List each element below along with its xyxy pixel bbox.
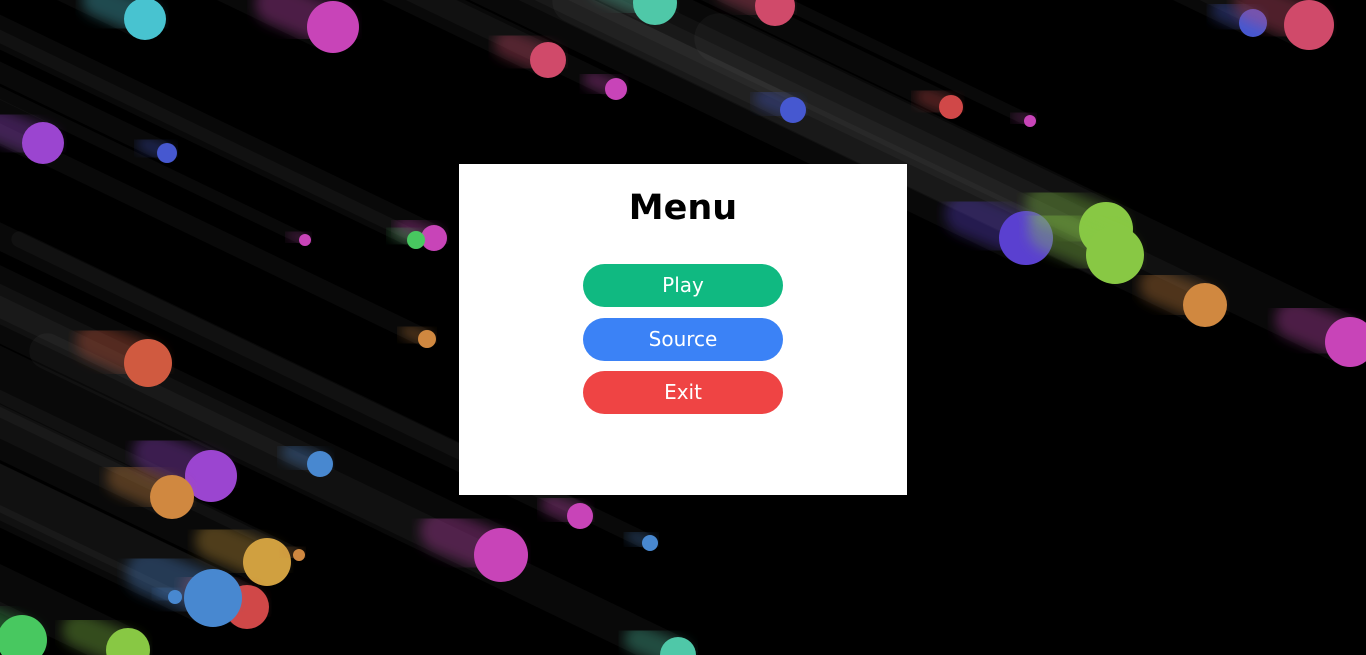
particle-trail [0, 35, 427, 339]
particle-dot [1183, 283, 1227, 327]
particle-dot [1284, 0, 1334, 50]
particle-dot [605, 78, 627, 100]
particle-dot [421, 225, 447, 251]
particle-dot [293, 549, 305, 561]
particle-dot [307, 451, 333, 477]
game-background: Menu Play Source Exit [0, 0, 1366, 655]
particle-dot [157, 143, 177, 163]
particle-dot [418, 330, 436, 348]
particle-dot [307, 1, 359, 53]
particle-dot [22, 122, 64, 164]
particle-dot [184, 569, 242, 627]
particle-dot [150, 475, 194, 519]
particle-dot [939, 95, 963, 119]
particle-dot [1086, 226, 1144, 284]
particle-dot [642, 535, 658, 551]
particle-dot [299, 234, 311, 246]
particle-dot [124, 339, 172, 387]
particle-dot [530, 42, 566, 78]
particle-dot [243, 538, 291, 586]
play-button[interactable]: Play [583, 264, 783, 307]
menu-title: Menu [628, 188, 738, 228]
particle-dot [474, 528, 528, 582]
particle-dot [567, 503, 593, 529]
particle-dot [168, 590, 182, 604]
exit-button[interactable]: Exit [583, 371, 783, 414]
menu-panel: Menu Play Source Exit [459, 164, 907, 495]
particle-dot [407, 231, 425, 249]
particle-dot [1024, 115, 1036, 127]
particle-dot [780, 97, 806, 123]
source-button[interactable]: Source [583, 318, 783, 361]
